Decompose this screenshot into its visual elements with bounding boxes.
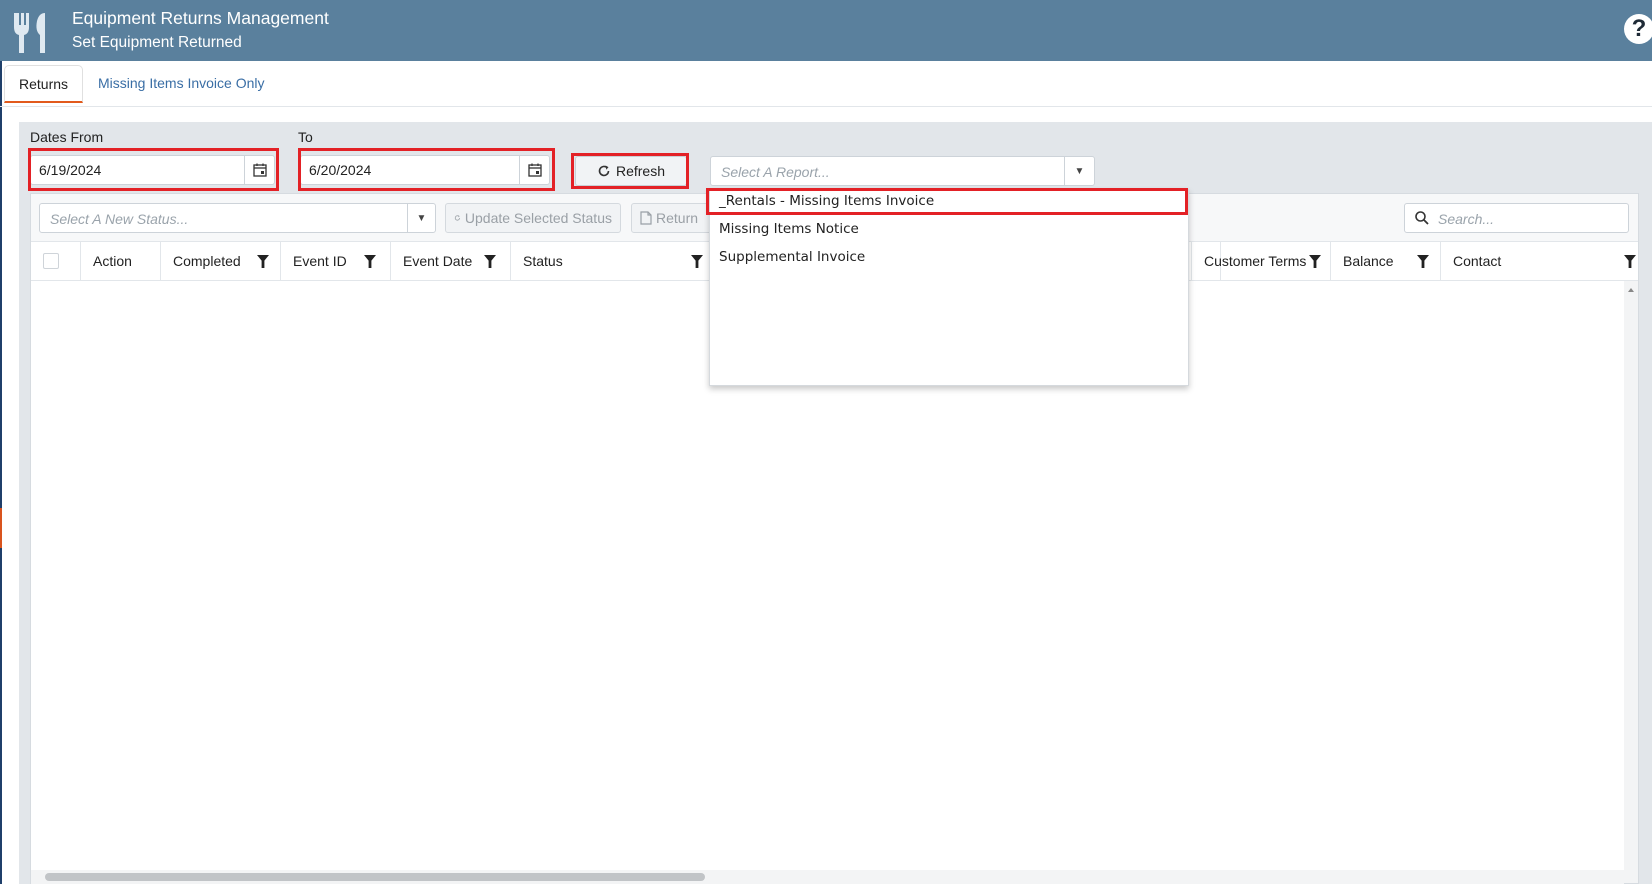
report-option-highlight	[706, 188, 1188, 215]
app-subtitle: Set Equipment Returned	[72, 34, 242, 51]
select-all-checkbox[interactable]	[43, 253, 59, 269]
filter-icon[interactable]	[691, 255, 703, 268]
column-event-id[interactable]: Event ID	[281, 242, 391, 280]
left-edge-marker	[0, 508, 2, 548]
horizontal-scrollbar[interactable]	[31, 870, 1624, 884]
refresh-icon	[454, 215, 461, 221]
refresh-highlight	[571, 153, 689, 189]
report-dropdown-list: _Rentals - Missing Items Invoice Missing…	[709, 189, 1189, 386]
column-balance[interactable]: Balance	[1331, 242, 1441, 280]
report-select[interactable]: Select A Report... ▼	[710, 156, 1095, 186]
column-label: Customer Terms	[1204, 253, 1307, 269]
dates-from-label: Dates From	[30, 129, 104, 145]
column-label: Balance	[1343, 253, 1394, 269]
filter-icon[interactable]	[1309, 255, 1321, 268]
column-event-date[interactable]: Event Date	[391, 242, 511, 280]
column-customer-terms[interactable]: Customer Terms	[1191, 242, 1331, 280]
filter-icon[interactable]	[1624, 255, 1636, 268]
search-placeholder: Search...	[1438, 211, 1495, 227]
column-label: Event Date	[403, 253, 473, 269]
select-all-column	[31, 242, 81, 280]
report-option-missing-items-notice[interactable]: Missing Items Notice	[719, 221, 859, 237]
column-label: Action	[93, 253, 132, 269]
chevron-down-icon[interactable]: ▼	[407, 204, 435, 232]
filter-icon[interactable]	[364, 255, 376, 268]
document-icon	[640, 211, 652, 225]
new-status-select[interactable]: Select A New Status... ▼	[39, 203, 436, 233]
search-icon	[1415, 211, 1429, 225]
column-action[interactable]: Action	[81, 242, 161, 280]
fork-knife-icon	[14, 13, 45, 53]
report-option-supplemental-invoice[interactable]: Supplemental Invoice	[719, 249, 865, 265]
column-completed[interactable]: Completed	[161, 242, 281, 280]
update-selected-status-button[interactable]: Update Selected Status	[445, 203, 621, 233]
chevron-down-icon[interactable]: ▼	[1064, 157, 1094, 185]
app-title: Equipment Returns Management	[72, 8, 329, 28]
column-contact[interactable]: Contact	[1441, 242, 1638, 280]
column-label: Completed	[173, 253, 241, 269]
help-icon[interactable]: ?	[1624, 14, 1652, 44]
search-input[interactable]: Search...	[1404, 203, 1629, 233]
filter-icon[interactable]	[1417, 255, 1429, 268]
horizontal-scroll-thumb[interactable]	[45, 873, 705, 881]
chevron-up-icon[interactable]	[1624, 283, 1638, 297]
update-selected-status-label: Update Selected Status	[464, 210, 612, 226]
column-label: Status	[523, 253, 563, 269]
filter-icon[interactable]	[257, 255, 269, 268]
dates-to-highlight	[298, 148, 555, 191]
app-header: Equipment Returns Management Set Equipme…	[0, 0, 1652, 61]
tab-bar: Returns Missing Items Invoice Only	[0, 61, 1652, 107]
return-label: Return	[656, 210, 699, 226]
report-placeholder: Select A Report...	[721, 164, 830, 180]
dates-from-highlight	[28, 148, 279, 191]
to-label: To	[298, 129, 313, 145]
tab-missing-items-invoice-only[interactable]: Missing Items Invoice Only	[84, 65, 279, 103]
filter-icon[interactable]	[484, 255, 496, 268]
tab-returns[interactable]: Returns	[4, 65, 84, 103]
vertical-scrollbar[interactable]	[1624, 281, 1638, 883]
column-label: Contact	[1453, 253, 1502, 269]
status-placeholder: Select A New Status...	[50, 211, 189, 227]
column-label: Event ID	[293, 253, 347, 269]
left-edge-bar	[0, 0, 2, 884]
